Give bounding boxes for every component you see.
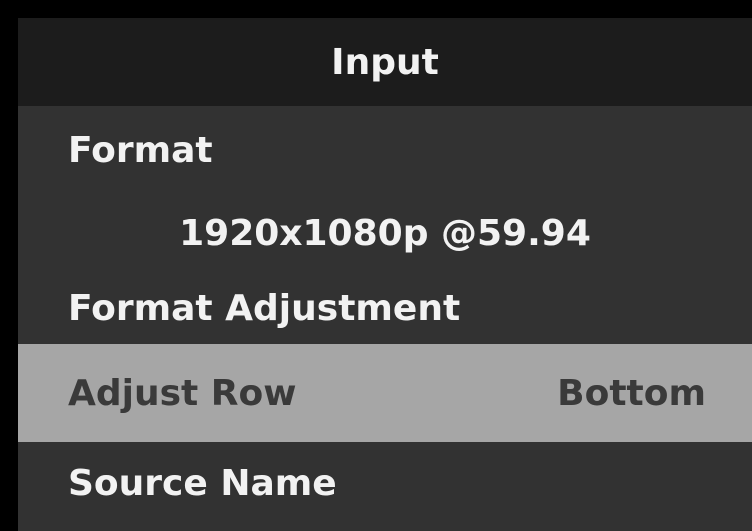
menu-item-source-name[interactable]: Source Name <box>18 442 752 524</box>
menu-header: Input <box>18 18 752 106</box>
source-name-label: Source Name <box>68 462 337 504</box>
format-adjustment-label: Format Adjustment <box>68 287 461 329</box>
format-label: Format <box>68 129 213 171</box>
menu-item-format-adjustment[interactable]: Format Adjustment <box>18 272 752 344</box>
format-value-row: 1920x1080p @59.94 <box>18 194 752 272</box>
adjust-row-label: Adjust Row <box>68 372 297 414</box>
format-value: 1920x1080p @59.94 <box>179 212 591 254</box>
menu-item-format[interactable]: Format <box>18 106 752 194</box>
menu-title: Input <box>331 41 439 83</box>
adjust-row-value: Bottom <box>557 372 706 414</box>
menu-item-adjust-row[interactable]: Adjust Row Bottom <box>18 344 752 442</box>
input-menu-panel: Input Format 1920x1080p @59.94 Format Ad… <box>18 18 752 531</box>
